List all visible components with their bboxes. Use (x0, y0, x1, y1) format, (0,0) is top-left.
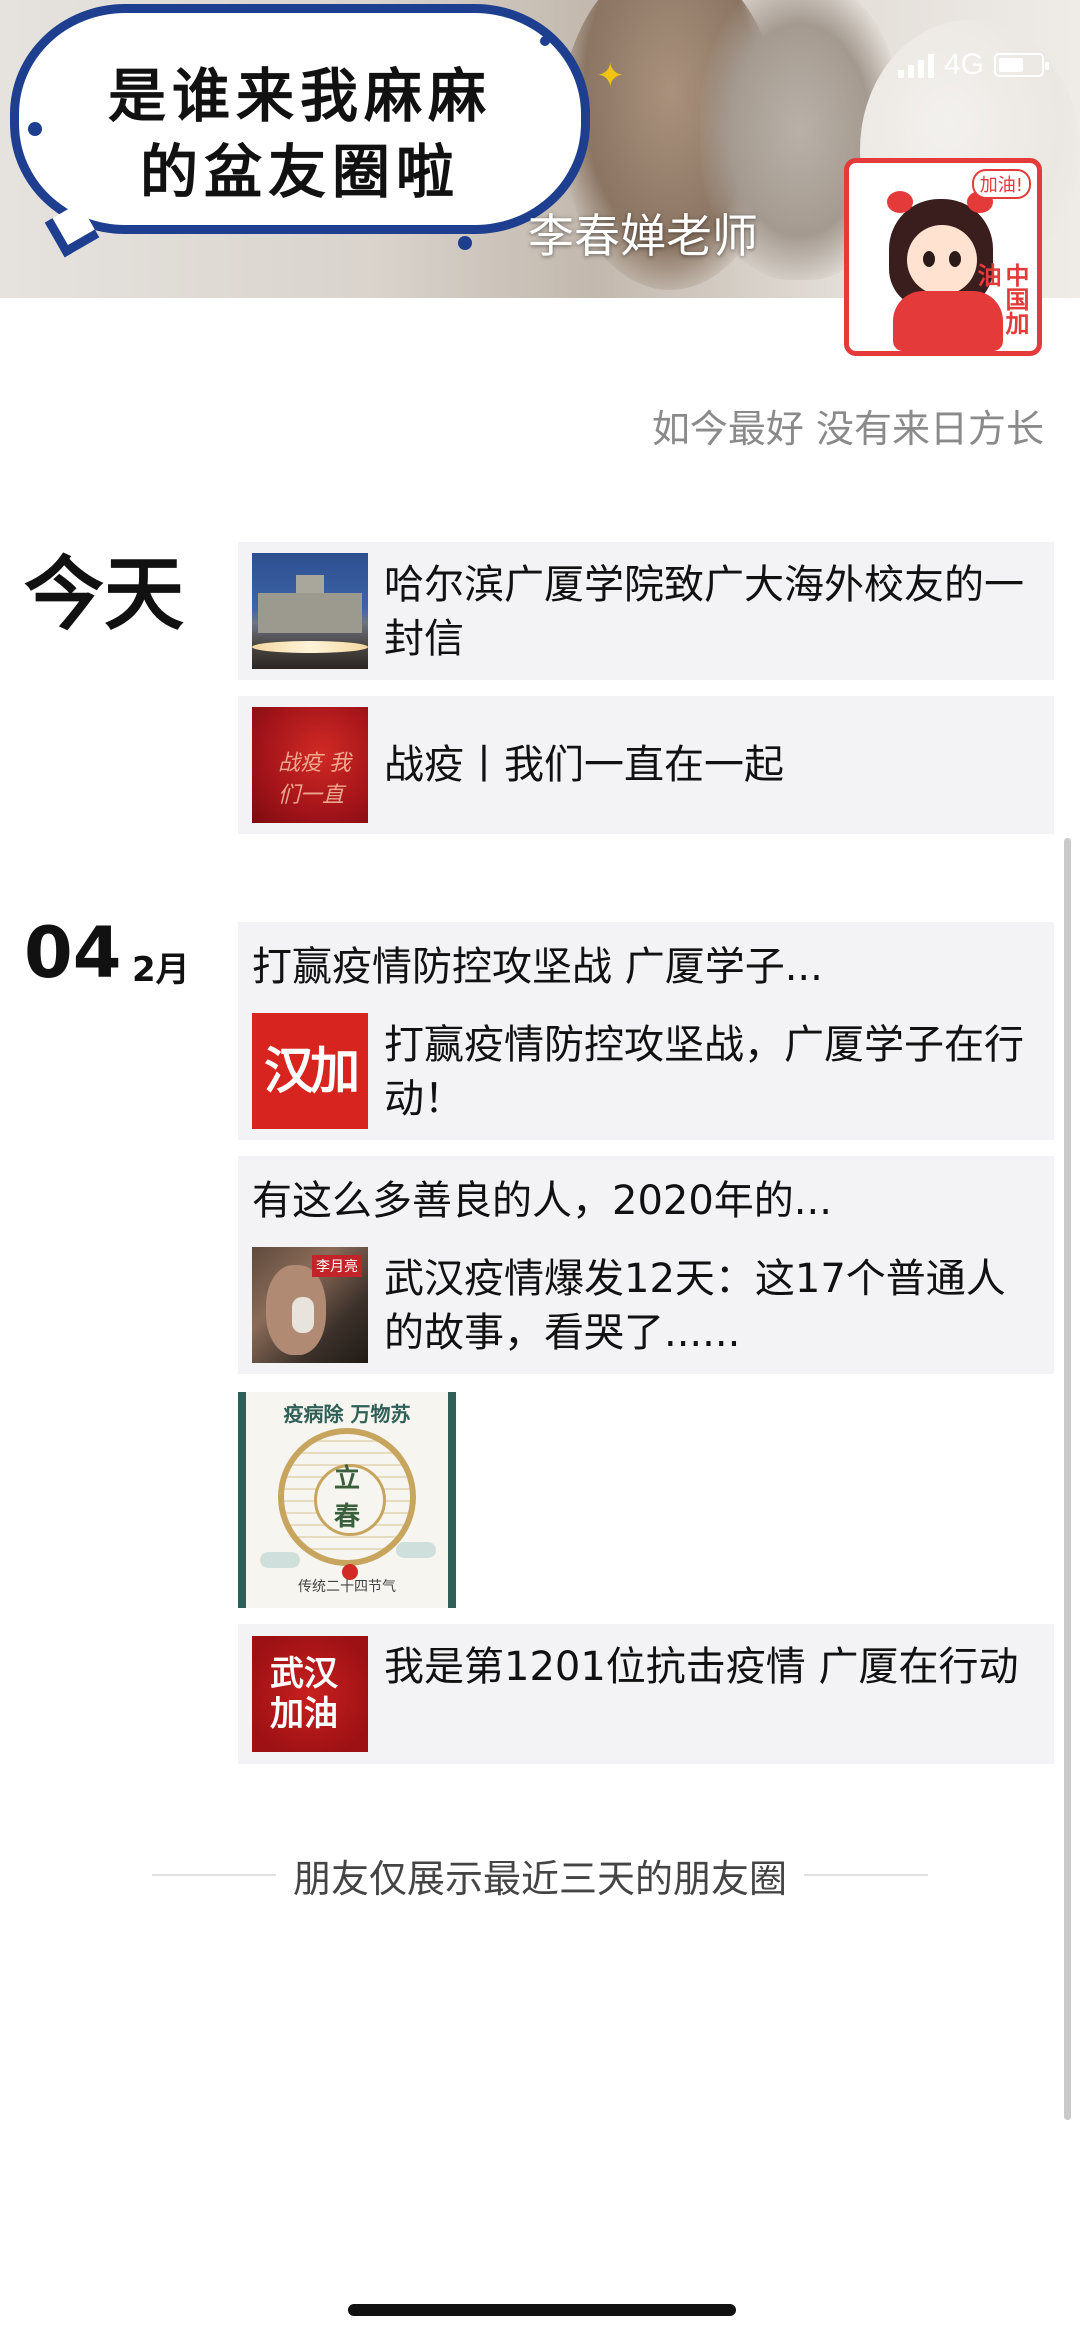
thumb-hand (292, 1297, 314, 1333)
decor-cloud (396, 1542, 436, 1558)
avatar-body (893, 291, 1003, 351)
post-thumbnail: 战疫 我们一直 (252, 707, 368, 823)
signal-icon (897, 52, 934, 78)
profile-signature: 如今最好 没有来日方长 (651, 407, 1044, 451)
post-title: 打赢疫情防控攻坚战，广厦学子在行动！ (384, 1022, 1024, 1122)
post-title: 我是第1201位抗击疫情 广厦在行动 (384, 1644, 1019, 1690)
battery-icon (994, 53, 1049, 77)
post-title: 哈尔滨广厦学院致广大海外校友的一封信 (384, 562, 1024, 662)
post-card[interactable]: 战疫 我们一直 战疫丨我们一直在一起 (238, 696, 1054, 834)
profile-username: 李春婵老师 (528, 209, 758, 263)
bubble-line-1: 是谁来我麻麻 (107, 62, 492, 130)
post-thumbnail: 李月亮 (252, 1247, 368, 1363)
bubble-line-2: 的盆友圈啦 (139, 138, 460, 206)
decor-dot (458, 236, 472, 250)
post-headline: 有这么多善良的人，2020年的... (252, 1178, 832, 1224)
date-month: 2月 (132, 950, 190, 990)
avatar-eye (949, 251, 961, 267)
divider-line (804, 1874, 928, 1876)
post-title: 战疫丨我们一直在一起 (384, 742, 784, 788)
image-caption: 传统二十四节气 (298, 1579, 396, 1595)
thumb-building (258, 593, 362, 633)
status-bar: 4G (897, 48, 1049, 82)
date-day: 04 (24, 912, 122, 994)
scrollbar[interactable] (1064, 838, 1071, 2120)
image-char-2: 春 (333, 1502, 360, 1532)
thumb-tag: 李月亮 (312, 1255, 362, 1277)
decor-dot (540, 36, 550, 46)
profile-avatar[interactable]: 加油! 中国加油 (844, 158, 1042, 356)
post-thumbnail: 汉加 (252, 1013, 368, 1129)
image-char-1: 立 (333, 1464, 360, 1494)
avatar-badge: 加油! (971, 169, 1031, 199)
avatar-bow (887, 191, 913, 213)
image-top-text: 疫病除 万物苏 (283, 1402, 411, 1426)
sparkle-icon: ✦ (596, 56, 625, 96)
post-image-lichun[interactable]: 疫病除 万物苏 立 春 传统二十四节气 (238, 1392, 456, 1608)
avatar-face (907, 225, 977, 295)
decor-cloud (260, 1552, 300, 1568)
thumb-text-1: 武汉 (270, 1654, 338, 1694)
thumb-text-2: 加油 (270, 1694, 338, 1734)
post-headline: 打赢疫情防控攻坚战 广厦学子... (252, 944, 823, 990)
post-thumbnail: 武汉 加油 (252, 1636, 368, 1752)
avatar-eye (923, 251, 935, 267)
post-card[interactable]: 哈尔滨广厦学院致广大海外校友的一封信 (238, 542, 1054, 680)
speech-bubble: 是谁来我麻麻 的盆友圈啦 (10, 4, 590, 234)
post-card[interactable]: 有这么多善良的人，2020年的... 李月亮 武汉疫情爆发12天：这17个普通人… (238, 1156, 1054, 1374)
section-label-today: 今天 (24, 548, 184, 641)
post-thumbnail (252, 553, 368, 669)
avatar-slogan: 中国加油 (973, 263, 1029, 335)
home-indicator[interactable] (348, 2304, 736, 2316)
thumb-lights (252, 641, 368, 653)
post-title: 武汉疫情爆发12天：这17个普通人的故事，看哭了...... (384, 1256, 1006, 1356)
post-card[interactable]: 打赢疫情防控攻坚战 广厦学子... 汉加 打赢疫情防控攻坚战，广厦学子在行动！ (238, 922, 1054, 1140)
post-card[interactable]: 武汉 加油 我是第1201位抗击疫情 广厦在行动 (238, 1624, 1054, 1764)
thumb-text: 战疫 我们一直 (278, 751, 351, 808)
network-type: 4G (943, 48, 984, 81)
decor-dot (28, 122, 42, 136)
